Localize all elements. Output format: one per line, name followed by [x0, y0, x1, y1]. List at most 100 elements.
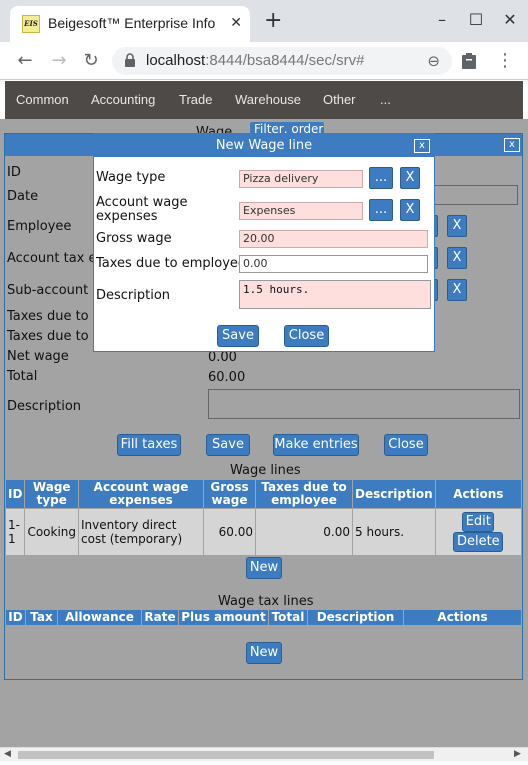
fill-taxes-button[interactable]: Fill taxes — [117, 434, 181, 456]
table-header-row: ID Wage type Account wage expenses Gross… — [4, 479, 523, 509]
tab-close-icon[interactable]: ✕ — [230, 15, 242, 31]
net-wage-value: 0.00 — [208, 350, 237, 365]
date-label: Date — [7, 189, 39, 204]
sub-account-label: Sub-account — [7, 283, 89, 298]
dialog-title: New Wage line — [215, 138, 313, 153]
description-field[interactable] — [208, 389, 520, 419]
maximize-icon[interactable]: ☐ — [466, 10, 486, 30]
col-wage-type: Wage type — [24, 479, 80, 509]
menu-trade[interactable]: Trade — [179, 92, 212, 107]
wage-type-clear-button[interactable]: X — [400, 167, 420, 189]
menu-common[interactable]: Common — [16, 92, 69, 107]
employee-clear-button-2[interactable]: X — [447, 215, 467, 237]
bottom-strip — [0, 761, 528, 765]
account-tax-clear-button[interactable]: X — [447, 247, 467, 269]
account-tax-label: Account tax ex — [7, 251, 104, 266]
col-actions: Actions — [434, 479, 523, 509]
horizontal-scrollbar[interactable]: ◀ ▶ — [0, 747, 528, 761]
account-pick-button[interactable]: ... — [369, 199, 393, 221]
account-wage-expenses-label: Account wage expenses — [96, 195, 188, 224]
dialog-save-button[interactable]: Save — [217, 325, 259, 347]
gross-wage-field[interactable]: 20.00 — [239, 230, 428, 248]
net-wage-label: Net wage — [7, 349, 69, 364]
kebab-menu-icon[interactable]: ⋮ — [494, 50, 516, 72]
zoom-icon[interactable]: ⊖ — [427, 52, 440, 70]
minimize-icon[interactable]: – — [432, 10, 452, 30]
favicon-icon: EIS — [22, 15, 40, 33]
col-actions: Actions — [403, 609, 522, 626]
dialog-description-field[interactable]: 1.5 hours. — [239, 280, 431, 309]
browser-tab-bar: EIS Beigesoft™ Enterprise Info ✕ + – ☐ ✕ — [0, 0, 528, 42]
url-text: localhost:8444/bsa8444/sec/srv# — [146, 52, 365, 69]
wage-lines-title: Wage lines — [230, 463, 301, 478]
clipboard-icon[interactable] — [458, 50, 480, 72]
wage-lines-table: ID Wage type Account wage expenses Gross… — [4, 479, 523, 556]
col-allowance: Allowance — [57, 609, 142, 626]
taxes-due-label-1: Taxes due to e — [7, 309, 101, 324]
col-id: ID — [5, 609, 26, 626]
taxes-due-label: Taxes due to employee — [96, 256, 246, 271]
save-button[interactable]: Save — [206, 434, 250, 456]
table-row: 1-1 Cooking Inventory direct cost (tempo… — [4, 508, 523, 556]
col-description: Description — [307, 609, 404, 626]
total-value: 60.00 — [208, 370, 246, 385]
wage-panel-close-icon[interactable]: x — [504, 138, 520, 152]
id-label: ID — [7, 165, 21, 180]
taxes-due-label-2: Taxes due to e — [7, 329, 101, 344]
forward-icon[interactable]: → — [48, 50, 70, 72]
col-plus-amount: Plus amount — [178, 609, 269, 626]
col-tax: Tax — [25, 609, 58, 626]
new-wage-line-dialog: New Wage line x Wage type Pizza delivery… — [93, 133, 435, 352]
col-account: Account wage expenses — [78, 479, 205, 509]
cell-gross: 60.00 — [203, 508, 257, 556]
scroll-right-icon[interactable]: ▶ — [514, 749, 521, 759]
col-taxes: Taxes due to employee — [255, 479, 354, 509]
wage-lines-new-button[interactable]: New — [246, 557, 282, 579]
dialog-close-icon[interactable]: x — [414, 139, 430, 153]
browser-toolbar: ← → ↻ localhost:8444/bsa8444/sec/srv# ⊖ … — [0, 42, 528, 80]
dialog-header: New Wage line x — [94, 134, 434, 157]
wage-type-label: Wage type — [96, 170, 166, 185]
address-bar[interactable]: localhost:8444/bsa8444/sec/srv# ⊖ — [112, 47, 452, 75]
back-icon[interactable]: ← — [14, 50, 36, 72]
description-label: Description — [7, 399, 82, 414]
cell-actions: Edit Delete — [434, 508, 523, 556]
wage-type-field[interactable]: Pizza delivery — [239, 170, 363, 188]
delete-button[interactable]: Delete — [453, 532, 504, 552]
cell-id: 1-1 — [4, 508, 26, 556]
edit-button[interactable]: Edit — [462, 512, 495, 532]
cell-description: 5 hours. — [352, 508, 436, 556]
employee-label: Employee — [7, 219, 72, 234]
sub-account-clear-button[interactable]: X — [447, 279, 467, 301]
window-close-icon[interactable]: ✕ — [500, 10, 520, 30]
menu-more[interactable]: ... — [380, 92, 391, 107]
wage-tax-lines-new-button[interactable]: New — [246, 642, 282, 664]
close-button[interactable]: Close — [384, 434, 428, 456]
browser-tab[interactable]: EIS Beigesoft™ Enterprise Info ✕ — [10, 6, 250, 42]
reload-icon[interactable]: ↻ — [80, 50, 102, 72]
gross-wage-label: Gross wage — [96, 231, 172, 246]
account-wage-expenses-field[interactable]: Expenses — [239, 202, 363, 220]
dialog-close-button[interactable]: Close — [284, 325, 329, 347]
cell-taxes: 0.00 — [255, 508, 354, 556]
scrollbar-thumb[interactable] — [18, 751, 434, 759]
total-label: Total — [7, 369, 38, 384]
col-rate: Rate — [141, 609, 179, 626]
date-field[interactable] — [425, 185, 518, 205]
menu-accounting[interactable]: Accounting — [91, 92, 155, 107]
new-tab-icon[interactable]: + — [264, 10, 282, 32]
make-entries-button[interactable]: Make entries — [273, 434, 359, 456]
dialog-description-label: Description — [96, 288, 171, 303]
wage-type-pick-button[interactable]: ... — [369, 167, 393, 189]
menu-warehouse[interactable]: Warehouse — [235, 92, 301, 107]
app-menu-bar: Common Accounting Trade Warehouse Other … — [5, 81, 523, 119]
taxes-due-field[interactable]: 0.00 — [239, 255, 428, 273]
wage-tax-lines-title: Wage tax lines — [218, 594, 314, 609]
col-total: Total — [268, 609, 308, 626]
col-gross: Gross wage — [203, 479, 257, 509]
scroll-left-icon[interactable]: ◀ — [4, 749, 11, 759]
account-clear-button[interactable]: X — [400, 199, 420, 221]
cell-account: Inventory direct cost (temporary) — [78, 508, 205, 556]
wage-tax-lines-table: ID Tax Allowance Rate Plus amount Total … — [5, 609, 522, 626]
menu-other[interactable]: Other — [323, 92, 356, 107]
